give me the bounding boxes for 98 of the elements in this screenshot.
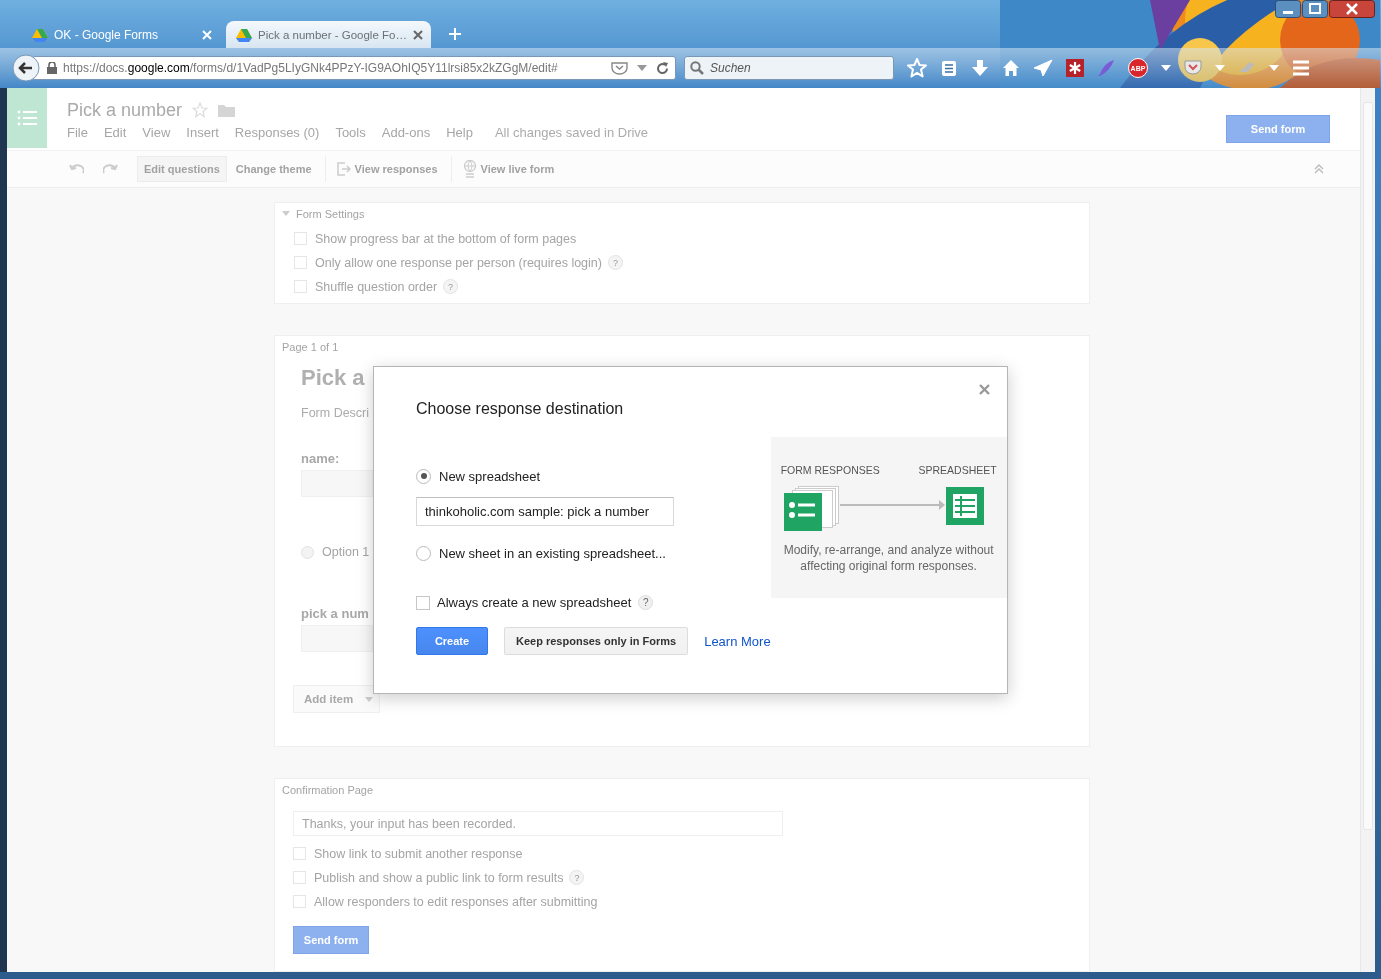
caret-icon[interactable] [1269, 64, 1279, 72]
toolbar-button[interactable]: Change theme [228, 156, 319, 182]
asterisk-icon[interactable] [1066, 59, 1084, 77]
form-stack-icon [783, 486, 839, 531]
toolbar-button[interactable]: View responses [329, 156, 445, 182]
checkbox[interactable] [293, 871, 306, 884]
bookmark-star-icon[interactable] [907, 58, 927, 78]
close-icon[interactable] [1329, 0, 1375, 18]
new-tab-icon[interactable] [448, 28, 461, 40]
maximize-icon[interactable] [1302, 0, 1328, 18]
section-label: Confirmation Page [282, 784, 374, 796]
message-field[interactable]: Thanks, your input has been recorded. [293, 811, 783, 836]
answer-field[interactable] [301, 470, 373, 497]
pocket-icon[interactable] [1184, 60, 1202, 76]
menu-item[interactable]: Insert [186, 125, 219, 140]
folder-icon[interactable] [218, 103, 236, 117]
checkbox[interactable] [294, 232, 307, 245]
option-label: Show link to submit another response [314, 846, 523, 861]
toolbar-button[interactable]: View live form [455, 156, 562, 182]
menu-item[interactable]: Responses (0) [234, 125, 320, 140]
drive-icon [32, 27, 48, 42]
save-status: All changes saved in Drive [494, 125, 649, 140]
help-icon[interactable]: ? [607, 255, 623, 270]
collapse-icon[interactable] [1314, 164, 1324, 174]
radio-button[interactable] [416, 545, 431, 561]
reading-list-icon[interactable] [940, 59, 958, 77]
menu-item[interactable]: File [67, 125, 88, 140]
search-field[interactable]: Suchen [684, 56, 894, 80]
caret-icon[interactable] [1161, 64, 1171, 72]
browser-tab[interactable]: Pick a number - Google Fo… [226, 21, 431, 48]
option-label: Show progress bar at the bottom of form pages [315, 231, 577, 246]
help-icon[interactable]: ? [443, 279, 459, 294]
minimize-icon[interactable] [1275, 0, 1301, 18]
option-label[interactable]: New sheet in an existing spreadsheet... [439, 545, 666, 561]
option-label[interactable]: Option 1 [322, 545, 370, 559]
drive-icon [236, 27, 252, 42]
option-label: Allow responders to edit responses after submitting [314, 894, 598, 909]
search-icon [690, 61, 704, 75]
apps-button[interactable] [7, 88, 47, 148]
caret-icon[interactable] [282, 211, 290, 217]
menu-item[interactable]: Tools [335, 125, 366, 140]
radio-button[interactable] [301, 545, 314, 559]
menu-item[interactable]: Help [446, 125, 473, 140]
close-icon[interactable] [412, 29, 423, 40]
option-label: Only allow one response per person (requires login) [315, 255, 602, 270]
document-title[interactable]: Pick a number [67, 99, 183, 121]
spreadsheet-icon [945, 487, 984, 525]
star-icon[interactable] [192, 102, 209, 118]
answer-field[interactable] [301, 625, 373, 652]
pocket-icon[interactable] [611, 61, 628, 75]
browser-tab[interactable]: OK - Google Forms [28, 21, 220, 48]
home-icon[interactable] [1002, 59, 1020, 77]
checkbox[interactable] [293, 895, 306, 908]
add-item-button[interactable]: Add item [293, 685, 381, 713]
illustration-caption: Modify, re-arrange, and analyze without affecting original form responses. [782, 542, 995, 574]
menu-icon[interactable] [1292, 60, 1310, 76]
section-label: Page 1 of 1 [282, 341, 339, 353]
export-icon [336, 162, 351, 176]
send-form-button[interactable]: Send form [1226, 115, 1330, 143]
caret-icon[interactable] [637, 64, 647, 72]
radio-button[interactable] [416, 468, 431, 484]
toolbar-button[interactable]: Edit questions [137, 156, 227, 182]
download-icon[interactable] [971, 59, 989, 77]
send-form-button[interactable]: Send form [293, 926, 369, 954]
keep-in-forms-button[interactable]: Keep responses only in Forms [504, 627, 689, 655]
help-icon[interactable]: ? [569, 870, 585, 885]
redo-icon[interactable] [103, 164, 118, 174]
illustration-label: SPREADSHEET [918, 464, 997, 476]
name-field[interactable]: thinkoholic.com sample: pick a number [416, 497, 674, 526]
address-field[interactable]: https://docs.google.com/forms/d/1VadPg5LIyGNk4PPzY-IG9AOhIQ5Y11lrsi85x2kZGgM/edit# [32, 56, 676, 80]
help-icon[interactable]: ? [638, 595, 654, 610]
globe-icon [462, 160, 477, 178]
caret-icon [365, 696, 374, 702]
checkbox[interactable] [294, 280, 307, 293]
section-label[interactable]: Form Settings [296, 208, 365, 220]
feather-icon[interactable] [1097, 59, 1115, 77]
scrollbar[interactable] [1360, 88, 1375, 972]
illustration-label: FORM RESPONSES [780, 464, 880, 476]
paper-plane-icon[interactable] [1033, 59, 1053, 77]
dialog-title: Choose response destination [416, 400, 625, 418]
option-label[interactable]: New spreadsheet [439, 468, 541, 484]
option-label: Publish and show a public link to form results [314, 870, 564, 885]
create-button[interactable]: Create [416, 627, 488, 655]
list-icon [17, 110, 37, 126]
caret-icon[interactable] [1215, 64, 1225, 72]
menu-item[interactable]: View [142, 125, 171, 140]
learn-more-link[interactable]: Learn More [704, 633, 771, 649]
checkbox[interactable] [293, 847, 306, 860]
option-label: Shuffle question order [315, 279, 438, 294]
checkbox[interactable] [294, 256, 307, 269]
checkbox[interactable] [416, 595, 430, 610]
checkbox-label[interactable]: Always create a new spreadsheet [437, 595, 632, 610]
menu-item[interactable]: Edit [103, 125, 127, 140]
menu-item[interactable]: Add-ons [381, 125, 431, 140]
back-icon[interactable] [12, 54, 40, 82]
undo-icon[interactable] [69, 164, 84, 174]
lock-icon [47, 62, 57, 74]
reload-icon[interactable] [656, 61, 669, 75]
